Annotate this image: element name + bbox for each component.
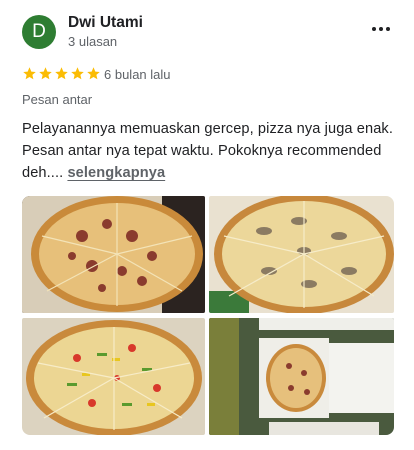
- service-type: Pesan antar: [22, 92, 93, 107]
- review-count: 3 ulasan: [68, 34, 118, 49]
- star-icon: [87, 67, 100, 80]
- star-icon: [55, 67, 68, 80]
- avatar[interactable]: D: [22, 15, 56, 49]
- reviewer-name[interactable]: Dwi Utami: [68, 14, 143, 32]
- review-text-block: Pelayanannya memuaskan gercep, pizza nya…: [22, 118, 394, 184]
- star-icon: [71, 67, 84, 80]
- star-icon: [39, 67, 52, 80]
- avatar-initial: D: [32, 21, 46, 42]
- photo-grid: [22, 196, 394, 436]
- review-time: 6 bulan lalu: [104, 67, 171, 82]
- star-rating: [22, 66, 101, 81]
- pizza-photo-vegetable[interactable]: [22, 318, 205, 435]
- more-options-icon[interactable]: [372, 27, 390, 31]
- pizza-boxes-photo[interactable]: [209, 318, 394, 435]
- star-icon: [23, 67, 36, 80]
- read-more-link[interactable]: selengkapnya: [67, 165, 165, 181]
- pizza-photo-mushroom[interactable]: [209, 196, 394, 313]
- pizza-photo-meat[interactable]: [22, 196, 205, 313]
